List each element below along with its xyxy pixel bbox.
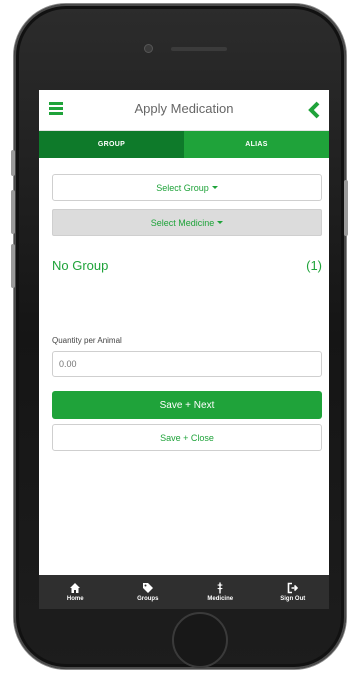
page-title: Apply Medication <box>134 101 234 116</box>
home-icon <box>70 583 81 593</box>
nav-item-medicine[interactable]: Medicine <box>184 575 257 609</box>
tab-group[interactable]: GROUP <box>39 131 184 158</box>
group-name: No Group <box>52 258 109 273</box>
save-next-button[interactable]: Save + Next <box>52 391 322 419</box>
nav-label-home: Home <box>66 596 84 602</box>
select-group-label: Select Group <box>156 182 209 193</box>
nav-label-groups: Groups <box>137 596 159 602</box>
tab-bar: GROUP ALIAS <box>39 131 329 158</box>
select-group-dropdown[interactable]: Select Group <box>52 174 322 201</box>
select-medicine-dropdown[interactable]: Select Medicine <box>52 209 322 236</box>
caret-down-icon <box>217 221 224 224</box>
nav-item-sign-out[interactable]: Sign Out <box>257 575 330 609</box>
back-chevron-icon[interactable] <box>307 100 323 120</box>
home-hardware-button[interactable] <box>172 612 228 668</box>
save-close-button[interactable]: Save + Close <box>52 424 322 451</box>
power-button <box>344 180 348 236</box>
tab-alias[interactable]: ALIAS <box>184 131 329 158</box>
quantity-input[interactable] <box>52 351 322 377</box>
speaker-grille <box>171 47 227 51</box>
medicine-icon <box>217 582 224 594</box>
nav-item-groups[interactable]: Groups <box>112 575 185 609</box>
volume-up-button <box>11 190 15 234</box>
mute-switch <box>11 150 15 176</box>
sign-out-icon <box>287 582 298 594</box>
top-bar: Apply Medication <box>39 90 329 131</box>
quantity-label: Quantity per Animal <box>52 336 122 345</box>
nav-item-home[interactable]: Home <box>39 575 112 609</box>
caret-down-icon <box>211 186 218 189</box>
camera-icon <box>144 44 153 53</box>
select-medicine-label: Select Medicine <box>150 217 215 228</box>
tag-icon <box>142 583 153 593</box>
bottom-nav: Home Groups Medicine Sign Out <box>39 575 329 609</box>
volume-down-button <box>11 244 15 288</box>
app-screen: Apply Medication GROUP ALIAS Select Grou… <box>39 90 329 609</box>
nav-label-sign-out: Sign Out <box>280 596 306 602</box>
nav-label-medicine: Medicine <box>207 596 234 602</box>
group-count: (1) <box>306 258 322 273</box>
